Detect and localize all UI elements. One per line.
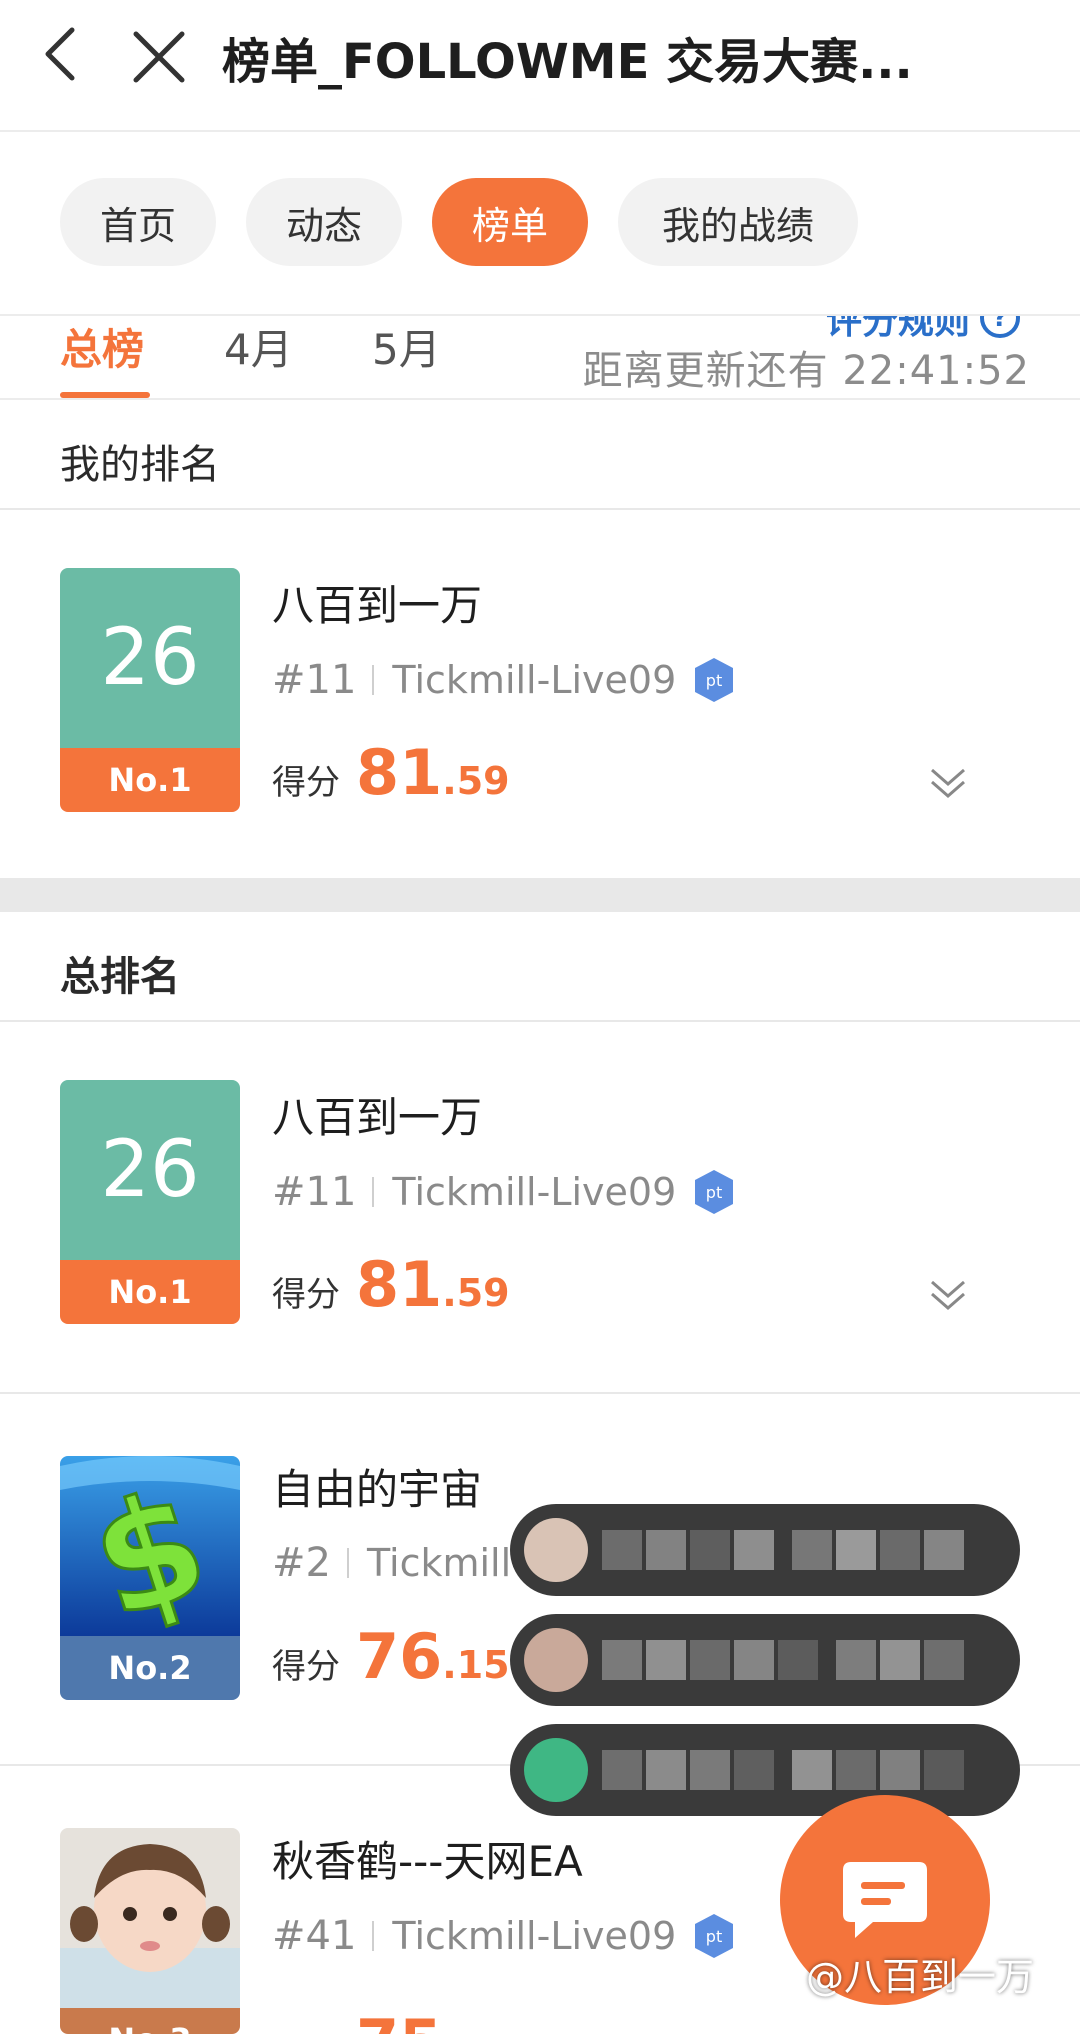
tab-leaderboard[interactable]: 榜单 bbox=[432, 178, 588, 266]
pixelated-text bbox=[602, 1530, 964, 1570]
avatar bbox=[524, 1628, 588, 1692]
ranking-row[interactable]: 26 No.1 八百到一万 #11 Tickmill-Live09 pt 得分 … bbox=[0, 1022, 1080, 1394]
trader-meta: #11 Tickmill-Live09 pt bbox=[272, 656, 738, 704]
trader-id: #2 bbox=[272, 1540, 331, 1586]
avatar-child-photo bbox=[60, 1828, 240, 2008]
badge-number: 26 bbox=[60, 1080, 240, 1260]
pixelated-text bbox=[602, 1640, 964, 1680]
rank-badge: 26 No.1 bbox=[60, 1080, 240, 1324]
avatar bbox=[524, 1518, 588, 1582]
period-tabs: 总榜 4月 5月 评分规则 ? 距离更新还有 22:41:52 bbox=[0, 316, 1080, 400]
svg-text:pt: pt bbox=[706, 671, 722, 690]
expand-chevron-icon[interactable] bbox=[928, 762, 968, 802]
trader-name[interactable]: 八百到一万 bbox=[272, 572, 482, 633]
tab-home[interactable]: 首页 bbox=[60, 178, 216, 266]
tab-april[interactable]: 4月 bbox=[224, 316, 293, 377]
overall-rank-heading: 总排名 bbox=[0, 912, 1080, 1022]
back-arrow-icon[interactable] bbox=[38, 24, 88, 84]
score: 得分 76 .15 bbox=[272, 1620, 510, 1693]
score-label: 得分 bbox=[272, 763, 340, 803]
watermark: @八百到一万 bbox=[806, 1955, 1035, 1999]
svg-text:pt: pt bbox=[706, 1183, 722, 1202]
trader-name[interactable]: 秋香鹤---天网EA bbox=[272, 1828, 583, 1889]
score-integer: 76 bbox=[356, 1620, 443, 1693]
score-integer: 81 bbox=[356, 736, 443, 809]
help-icon: ? bbox=[980, 316, 1020, 338]
score-decimal: .59 bbox=[442, 1271, 510, 1315]
rank-badge: No.3 bbox=[60, 1828, 240, 2034]
trader-name[interactable]: 八百到一万 bbox=[272, 1084, 482, 1145]
floating-comment-bubble[interactable] bbox=[510, 1614, 1020, 1706]
avatar-dollar-image: $ bbox=[60, 1456, 240, 1636]
my-rank-heading-text: 我的排名 bbox=[60, 442, 220, 488]
tab-feed[interactable]: 动态 bbox=[246, 178, 402, 266]
trader-account: Tickmill-Live09 bbox=[392, 1170, 677, 1214]
trader-meta: #11 Tickmill-Live09 pt bbox=[272, 1168, 738, 1216]
expand-chevron-icon[interactable] bbox=[928, 1274, 968, 1314]
rank-badge: $ No.2 bbox=[60, 1456, 240, 1700]
my-rank-row[interactable]: 26 No.1 八百到一万 #11 Tickmill-Live09 pt 得分 … bbox=[0, 510, 1080, 878]
update-countdown: 距离更新还有 22:41:52 bbox=[582, 348, 1030, 394]
trader-account: Tickmill-Live09 bbox=[392, 658, 677, 702]
active-tab-indicator bbox=[60, 392, 150, 398]
close-icon[interactable] bbox=[130, 28, 188, 86]
score-label: 得分 bbox=[272, 1275, 340, 1315]
badge-number: 26 bbox=[60, 568, 240, 748]
divider bbox=[372, 665, 375, 695]
tab-overall[interactable]: 总榜 bbox=[60, 316, 144, 377]
badge-rank-label: No.2 bbox=[60, 1636, 240, 1700]
score-integer: 75 bbox=[356, 2006, 442, 2034]
badge-rank-label: No.3 bbox=[60, 2008, 240, 2034]
rank-badge: 26 No.1 bbox=[60, 568, 240, 812]
top-bar: 榜单_FOLLOWME 交易大赛... bbox=[0, 0, 1080, 132]
pt-badge-icon: pt bbox=[695, 658, 734, 702]
page-title: 榜单_FOLLOWME 交易大赛... bbox=[222, 34, 913, 90]
section-tabs: 首页 动态 榜单 我的战绩 bbox=[0, 132, 1080, 316]
badge-rank-label: No.1 bbox=[60, 748, 240, 812]
floating-comment-bubble[interactable] bbox=[510, 1504, 1020, 1596]
floating-comment-bubble[interactable] bbox=[510, 1724, 1020, 1816]
pixelated-text bbox=[602, 1750, 964, 1790]
score-integer: 81 bbox=[356, 1248, 443, 1321]
section-divider bbox=[0, 878, 1080, 912]
trader-id: #11 bbox=[272, 657, 357, 703]
trader-id: #41 bbox=[272, 1913, 357, 1959]
chat-bubble-icon bbox=[843, 1862, 927, 1938]
score: 得分 81 .59 bbox=[272, 1248, 510, 1321]
trader-name[interactable]: 自由的宇宙 bbox=[272, 1456, 482, 1517]
my-rank-heading: 我的排名 bbox=[0, 400, 1080, 510]
divider bbox=[372, 1921, 375, 1951]
tab-my-record[interactable]: 我的战绩 bbox=[618, 178, 858, 266]
pt-badge-icon: pt bbox=[695, 1914, 734, 1958]
overall-rank-heading-text: 总排名 bbox=[60, 954, 180, 1000]
tab-may[interactable]: 5月 bbox=[372, 316, 441, 377]
score-decimal: .59 bbox=[442, 759, 510, 803]
trader-meta: #41 Tickmill-Live09 pt bbox=[272, 1912, 738, 1960]
badge-rank-label: No.1 bbox=[60, 1260, 240, 1324]
pt-badge-icon: pt bbox=[695, 1170, 734, 1214]
score-label: 得分 bbox=[272, 2025, 340, 2034]
score-decimal: .15 bbox=[442, 1643, 510, 1687]
avatar bbox=[524, 1738, 588, 1802]
divider bbox=[346, 1548, 349, 1578]
svg-text:pt: pt bbox=[706, 1927, 722, 1946]
trader-id: #11 bbox=[272, 1169, 357, 1215]
score: 得分 81 .59 bbox=[272, 736, 510, 809]
score: 得分 75 bbox=[272, 2006, 442, 2034]
trader-account: Tickmill-Live09 bbox=[392, 1914, 677, 1958]
divider bbox=[372, 1177, 375, 1207]
score-label: 得分 bbox=[272, 1647, 340, 1687]
